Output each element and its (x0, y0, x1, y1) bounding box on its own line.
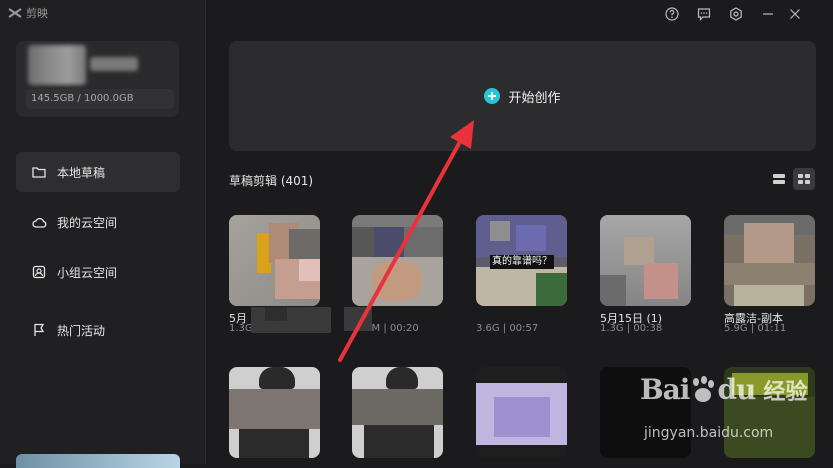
folder-icon (31, 164, 47, 180)
draft-card[interactable]: 真的靠谱吗？ 3.6G | 00:57 (476, 215, 567, 334)
draft-thumbnail[interactable] (229, 215, 320, 306)
sidebar-item-label: 本地草稿 (57, 165, 106, 180)
draft-card[interactable] (352, 367, 443, 458)
close-icon[interactable] (787, 6, 803, 22)
view-toggle (768, 168, 816, 190)
draft-thumbnail[interactable] (600, 215, 691, 306)
drafts-section-title: 草稿剪辑 (401) (229, 174, 314, 188)
settings-icon[interactable] (728, 6, 744, 22)
draft-meta: 1.3G | 00:38 (600, 323, 663, 334)
grid-view-button[interactable] (793, 168, 815, 190)
profile-card[interactable]: 145.5GB / 1000.0GB (16, 41, 179, 117)
sidebar-item-label: 小组云空间 (57, 265, 118, 280)
blur-mask (251, 307, 331, 333)
list-view-icon (773, 174, 785, 184)
baidu-paw-icon (693, 375, 715, 402)
username-blurred (90, 57, 138, 71)
capcut-logo-icon (8, 8, 22, 18)
sidebar-item-team-cloud[interactable]: 小组云空间 (16, 252, 180, 292)
watermark-cn: 经验 (763, 379, 808, 405)
sidebar-item-hot-events[interactable]: 热门活动 (16, 310, 180, 350)
draft-card[interactable]: 高露洁-副本 5.9G | 01:11 (724, 215, 815, 334)
feedback-icon[interactable] (696, 6, 712, 22)
draft-card[interactable] (229, 367, 320, 458)
sidebar-item-my-cloud[interactable]: 我的云空间 (16, 202, 180, 242)
draft-card[interactable]: 5月15日 (1) 1.3G | 00:38 (600, 215, 691, 334)
app-logo: 剪映 (8, 5, 48, 21)
storage-usage: 145.5GB / 1000.0GB (26, 89, 174, 109)
grid-view-icon (798, 174, 810, 184)
list-view-button[interactable] (768, 168, 790, 190)
draft-meta: 5.9G | 01:11 (724, 323, 787, 334)
sidebar-item-local-drafts[interactable]: 本地草稿 (16, 152, 180, 192)
blur-mask (344, 307, 372, 331)
draft-card[interactable] (476, 367, 567, 458)
draft-card[interactable]: .2M | 00:20 (344, 215, 443, 334)
avatar[interactable] (28, 45, 86, 85)
draft-meta: 3.6G | 00:57 (476, 323, 539, 334)
promo-banner[interactable] (16, 454, 180, 468)
cloud-icon (31, 214, 47, 230)
start-creating-card[interactable]: 开始创作 (229, 41, 816, 151)
app-name: 剪映 (26, 7, 48, 20)
baidu-watermark: Bai du 经验 jingyan.baidu.com (640, 373, 825, 453)
help-icon[interactable] (664, 6, 680, 22)
draft-meta: 1.3G (229, 323, 253, 334)
blur-mask (265, 307, 287, 321)
draft-thumbnail[interactable] (352, 215, 443, 306)
sidebar-item-label: 热门活动 (57, 323, 106, 338)
draft-thumbnail[interactable] (724, 215, 815, 306)
draft-thumbnail[interactable] (476, 367, 567, 458)
sidebar-item-label: 我的云空间 (57, 215, 118, 230)
plus-circle-icon (484, 88, 501, 104)
minimize-icon[interactable] (760, 6, 776, 22)
draft-thumbnail[interactable] (352, 367, 443, 458)
watermark-brand: Bai (640, 373, 690, 406)
watermark-url: jingyan.baidu.com (644, 425, 774, 441)
start-creating-label: 开始创作 (508, 90, 561, 106)
draft-thumbnail[interactable] (229, 367, 320, 458)
watermark-brand-suffix: du (717, 373, 756, 406)
draft-card[interactable]: 5月 1.3G (229, 215, 331, 334)
flag-icon (31, 322, 47, 338)
thumb-caption: 真的靠谱吗？ (490, 255, 554, 269)
sidebar: 剪映 145.5GB / 1000.0GB 本地草稿 我的云空间 小组云空间 热… (0, 0, 206, 468)
team-cloud-icon (31, 264, 47, 280)
draft-thumbnail[interactable]: 真的靠谱吗？ (476, 215, 567, 306)
